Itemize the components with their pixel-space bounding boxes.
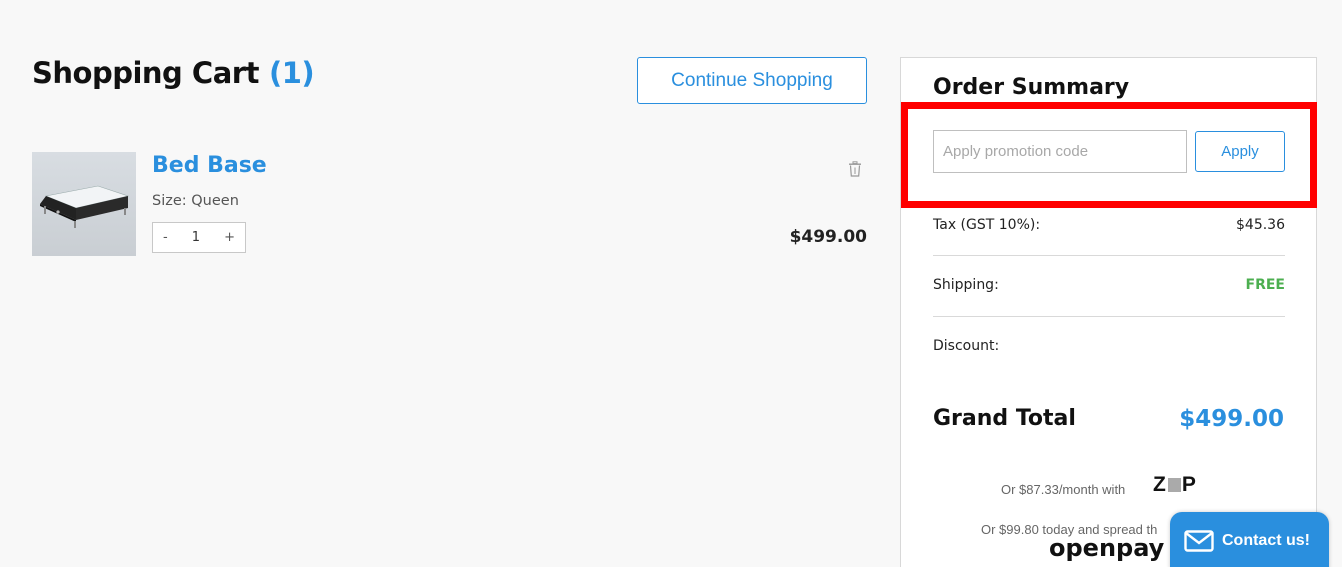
continue-shopping-button[interactable]: Continue Shopping bbox=[637, 57, 867, 104]
divider bbox=[933, 316, 1285, 317]
contact-us-button[interactable]: Contact us! bbox=[1170, 512, 1329, 567]
tax-label: Tax (GST 10%): bbox=[933, 217, 1041, 233]
openpay-logo[interactable]: openpay bbox=[1049, 534, 1164, 562]
envelope-icon bbox=[1184, 530, 1214, 552]
trash-icon[interactable] bbox=[848, 161, 862, 177]
qty-increase-button[interactable]: + bbox=[224, 230, 235, 245]
order-summary-panel: Order Summary Apply Tax (GST 10%): $45.3… bbox=[900, 57, 1317, 567]
grand-total-value: $499.00 bbox=[1179, 406, 1284, 432]
zip-logo-a: Z bbox=[1153, 473, 1167, 496]
grand-total-label: Grand Total bbox=[933, 406, 1076, 431]
qty-value[interactable]: 1 bbox=[192, 230, 200, 245]
cart-title-text: Shopping Cart bbox=[32, 56, 259, 90]
divider bbox=[933, 255, 1285, 256]
contact-us-label: Contact us! bbox=[1222, 532, 1310, 549]
promotion-code-input[interactable] bbox=[933, 130, 1187, 173]
tax-value: $45.36 bbox=[1236, 217, 1285, 233]
zip-logo-b: P bbox=[1181, 473, 1197, 496]
product-image[interactable] bbox=[32, 152, 136, 256]
qty-decrease-button[interactable]: - bbox=[163, 230, 168, 245]
tax-row: Tax (GST 10%): $45.36 bbox=[933, 217, 1285, 233]
apply-promo-button[interactable]: Apply bbox=[1195, 131, 1285, 172]
quantity-stepper[interactable]: - 1 + bbox=[152, 222, 246, 253]
bed-base-illustration bbox=[40, 185, 130, 228]
shipping-value: FREE bbox=[1245, 277, 1285, 293]
cart-count: (1) bbox=[268, 56, 315, 90]
shipping-label: Shipping: bbox=[933, 277, 999, 293]
zip-logo[interactable]: ZP bbox=[1153, 473, 1197, 497]
product-name-link[interactable]: Bed Base bbox=[152, 153, 267, 178]
discount-row: Discount: bbox=[933, 338, 1285, 354]
product-price: $499.00 bbox=[789, 227, 867, 247]
zip-installment-text: Or $87.33/month with bbox=[1001, 482, 1126, 497]
order-summary-title: Order Summary bbox=[933, 75, 1130, 100]
discount-label: Discount: bbox=[933, 338, 1000, 354]
product-size: Size: Queen bbox=[152, 193, 239, 209]
page-title: Shopping Cart (1) bbox=[32, 56, 315, 90]
shipping-row: Shipping: FREE bbox=[933, 277, 1285, 293]
